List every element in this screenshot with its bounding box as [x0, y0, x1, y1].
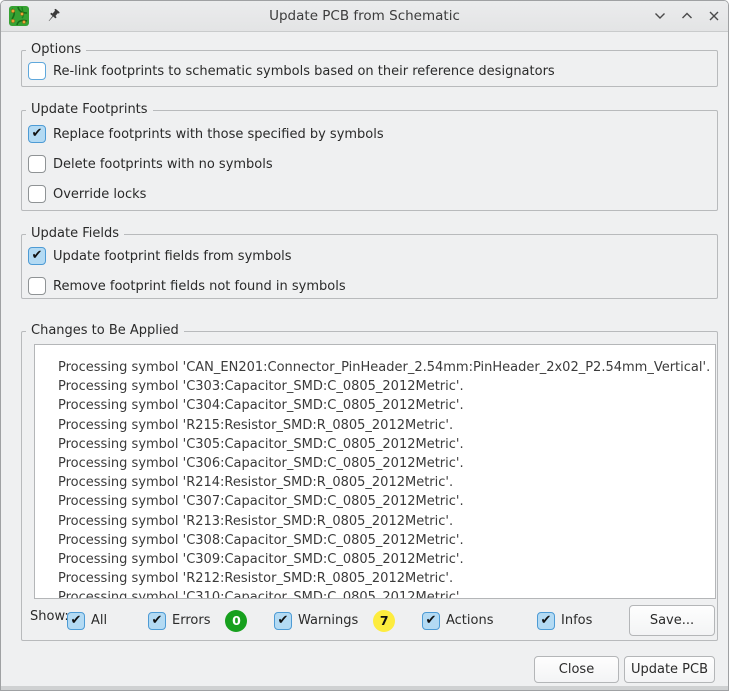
log-line: Processing symbol 'R215:Resistor_SMD:R_0…: [58, 416, 707, 435]
replace-footprints-label: Replace footprints with those specified …: [53, 127, 384, 142]
checkmark-icon: ✔: [32, 249, 43, 262]
filter-errors-checkbox[interactable]: ✔: [148, 612, 166, 630]
log-line: Processing symbol 'C308:Capacitor_SMD:C_…: [58, 531, 707, 550]
remove-fields-option[interactable]: Remove footprint fields not found in sym…: [28, 277, 346, 295]
relink-footprints-option[interactable]: Re-link footprints to schematic symbols …: [28, 62, 555, 80]
delete-footprints-label: Delete footprints with no symbols: [53, 157, 273, 172]
window-title: Update PCB from Schematic: [1, 8, 728, 24]
checkmark-icon: ✔: [541, 614, 552, 627]
chevron-down-icon[interactable]: [654, 10, 666, 22]
close-button[interactable]: Close: [534, 656, 619, 683]
save-button[interactable]: Save...: [629, 605, 715, 636]
filter-warnings-checkbox[interactable]: ✔: [274, 612, 292, 630]
checkmark-icon: ✔: [426, 614, 437, 627]
relink-footprints-label: Re-link footprints to schematic symbols …: [53, 64, 555, 79]
relink-footprints-checkbox[interactable]: [28, 62, 46, 80]
delete-footprints-option[interactable]: Delete footprints with no symbols: [28, 155, 273, 173]
window-bottom-edge: [1, 686, 728, 690]
filter-actions[interactable]: ✔ Actions: [422, 605, 494, 636]
log-line: Processing symbol 'R214:Resistor_SMD:R_0…: [58, 473, 707, 492]
options-group: Options Re-link footprints to schematic …: [21, 50, 718, 87]
changes-group-label: Changes to Be Applied: [26, 323, 184, 338]
log-line: Processing symbol 'R213:Resistor_SMD:R_0…: [58, 512, 707, 531]
override-locks-label: Override locks: [53, 187, 146, 202]
update-pcb-dialog: Update PCB from Schematic Options Re-lin…: [0, 0, 729, 691]
errors-count-badge: 0: [225, 610, 247, 632]
chevron-up-icon[interactable]: [681, 10, 693, 22]
override-locks-option[interactable]: Override locks: [28, 185, 146, 203]
filter-warnings-label: Warnings: [298, 613, 358, 628]
update-pcb-button[interactable]: Update PCB: [624, 656, 715, 683]
update-footprints-group-label: Update Footprints: [26, 102, 153, 117]
update-fields-group: Update Fields ✔ Update footprint fields …: [21, 234, 718, 299]
checkmark-icon: ✔: [152, 614, 163, 627]
log-line: Processing symbol 'CAN_EN201:Connector_P…: [58, 358, 707, 377]
override-locks-checkbox[interactable]: [28, 185, 46, 203]
titlebar[interactable]: Update PCB from Schematic: [1, 1, 728, 32]
update-fields-group-label: Update Fields: [26, 226, 124, 241]
show-label: Show:: [30, 609, 69, 624]
update-fields-checkbox[interactable]: ✔: [28, 247, 46, 265]
replace-footprints-option[interactable]: ✔ Replace footprints with those specifie…: [28, 125, 384, 143]
warnings-count-badge: 7: [373, 610, 395, 632]
close-icon[interactable]: [708, 10, 720, 22]
log-line: Processing symbol 'C303:Capacitor_SMD:C_…: [58, 377, 707, 396]
filter-errors-label: Errors: [172, 613, 210, 628]
filter-infos[interactable]: ✔ Infos: [537, 605, 592, 636]
checkmark-icon: ✔: [71, 614, 82, 627]
changes-log[interactable]: Processing symbol 'CAN_EN201:Connector_P…: [34, 344, 716, 599]
filter-warnings[interactable]: ✔ Warnings 7: [274, 605, 395, 636]
update-footprints-group: Update Footprints ✔ Replace footprints w…: [21, 110, 718, 211]
log-line: Processing symbol 'C310:Capacitor_SMD:C_…: [58, 588, 707, 599]
checkmark-icon: ✔: [32, 127, 43, 140]
update-fields-option[interactable]: ✔ Update footprint fields from symbols: [28, 247, 292, 265]
filter-all-checkbox[interactable]: ✔: [67, 612, 85, 630]
delete-footprints-checkbox[interactable]: [28, 155, 46, 173]
filter-all[interactable]: ✔ All: [67, 605, 107, 636]
filter-actions-label: Actions: [446, 613, 494, 628]
log-line: Processing symbol 'R212:Resistor_SMD:R_0…: [58, 569, 707, 588]
log-line: Processing symbol 'C309:Capacitor_SMD:C_…: [58, 550, 707, 569]
replace-footprints-checkbox[interactable]: ✔: [28, 125, 46, 143]
filter-actions-checkbox[interactable]: ✔: [422, 612, 440, 630]
log-line: Processing symbol 'C307:Capacitor_SMD:C_…: [58, 492, 707, 511]
log-line: Processing symbol 'C304:Capacitor_SMD:C_…: [58, 396, 707, 415]
remove-fields-label: Remove footprint fields not found in sym…: [53, 279, 346, 294]
log-line: Processing symbol 'C305:Capacitor_SMD:C_…: [58, 435, 707, 454]
options-group-label: Options: [26, 42, 86, 57]
filter-errors[interactable]: ✔ Errors 0: [148, 605, 247, 636]
filter-infos-checkbox[interactable]: ✔: [537, 612, 555, 630]
changes-group: Changes to Be Applied Processing symbol …: [21, 331, 718, 641]
log-line: Processing symbol 'C306:Capacitor_SMD:C_…: [58, 454, 707, 473]
checkmark-icon: ✔: [278, 614, 289, 627]
remove-fields-checkbox[interactable]: [28, 277, 46, 295]
filter-infos-label: Infos: [561, 613, 592, 628]
filter-all-label: All: [91, 613, 107, 628]
update-fields-label: Update footprint fields from symbols: [53, 249, 292, 264]
